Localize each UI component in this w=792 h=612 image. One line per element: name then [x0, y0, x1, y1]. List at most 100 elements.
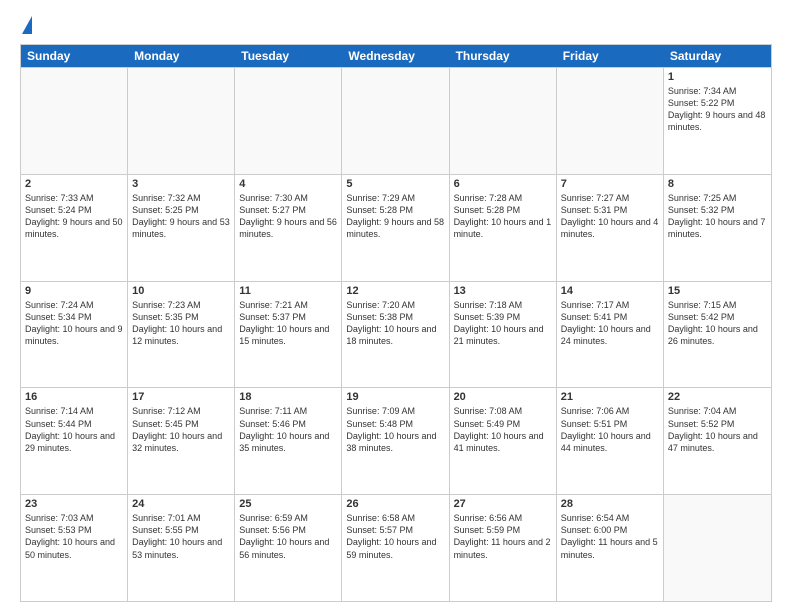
day-info: Sunrise: 6:59 AM Sunset: 5:56 PM Dayligh…: [239, 512, 337, 561]
day-number: 20: [454, 391, 552, 403]
week-row-2: 9Sunrise: 7:24 AM Sunset: 5:34 PM Daylig…: [21, 281, 771, 388]
day-cell: [342, 68, 449, 174]
day-number: 16: [25, 391, 123, 403]
day-cell: 15 Sunrise: 7:15 AM Sunset: 5:42 PM Dayli…: [664, 282, 771, 388]
day-number: 13: [454, 285, 552, 297]
day-info: Sunrise: 7:30 AM Sunset: 5:27 PM Dayligh…: [239, 192, 337, 241]
day-cell: 26Sunrise: 6:58 AM Sunset: 5:57 PM Dayli…: [342, 495, 449, 601]
day-cell: [235, 68, 342, 174]
day-cell: 27 Sunrise: 6:56 AM Sunset: 5:59 PM Dayli…: [450, 495, 557, 601]
day-number: 21: [561, 391, 659, 403]
day-cell: 4 Sunrise: 7:30 AM Sunset: 5:27 PM Daylig…: [235, 175, 342, 281]
day-number: 10: [132, 285, 230, 297]
day-info: Sunrise: 7:12 AM Sunset: 5:45 PM Dayligh…: [132, 405, 230, 454]
day-number: 17: [132, 391, 230, 403]
day-number: 7: [561, 178, 659, 190]
day-cell: [557, 68, 664, 174]
week-row-3: 16 Sunrise: 7:14 AM Sunset: 5:44 PM Dayli…: [21, 387, 771, 494]
day-info: Sunrise: 7:18 AM Sunset: 5:39 PM Dayligh…: [454, 299, 552, 348]
day-number: 14: [561, 285, 659, 297]
day-info: Sunrise: 7:25 AM Sunset: 5:32 PM Dayligh…: [668, 192, 767, 241]
day-cell: 12Sunrise: 7:20 AM Sunset: 5:38 PM Dayli…: [342, 282, 449, 388]
day-number: 4: [239, 178, 337, 190]
day-number: 5: [346, 178, 444, 190]
week-row-4: 23 Sunrise: 7:03 AM Sunset: 5:53 PM Dayli…: [21, 494, 771, 601]
day-cell: 9Sunrise: 7:24 AM Sunset: 5:34 PM Daylig…: [21, 282, 128, 388]
day-cell: [21, 68, 128, 174]
day-info: Sunrise: 7:29 AM Sunset: 5:28 PM Dayligh…: [346, 192, 444, 241]
day-cell: 6 Sunrise: 7:28 AM Sunset: 5:28 PM Daylig…: [450, 175, 557, 281]
day-number: 15: [668, 285, 767, 297]
day-info: Sunrise: 7:33 AM Sunset: 5:24 PM Dayligh…: [25, 192, 123, 241]
day-number: 28: [561, 498, 659, 510]
day-info: Sunrise: 7:03 AM Sunset: 5:53 PM Dayligh…: [25, 512, 123, 561]
day-number: 25: [239, 498, 337, 510]
day-cell: 17 Sunrise: 7:12 AM Sunset: 5:45 PM Dayli…: [128, 388, 235, 494]
weekday-header-sunday: Sunday: [21, 45, 128, 67]
day-cell: 18 Sunrise: 7:11 AM Sunset: 5:46 PM Dayli…: [235, 388, 342, 494]
day-cell: [450, 68, 557, 174]
day-info: Sunrise: 7:28 AM Sunset: 5:28 PM Dayligh…: [454, 192, 552, 241]
day-cell: 13 Sunrise: 7:18 AM Sunset: 5:39 PM Dayli…: [450, 282, 557, 388]
day-cell: 22Sunrise: 7:04 AM Sunset: 5:52 PM Dayli…: [664, 388, 771, 494]
day-cell: 23 Sunrise: 7:03 AM Sunset: 5:53 PM Dayli…: [21, 495, 128, 601]
day-number: 1: [668, 71, 767, 83]
header: [20, 16, 772, 36]
day-info: Sunrise: 7:17 AM Sunset: 5:41 PM Dayligh…: [561, 299, 659, 348]
day-info: Sunrise: 7:15 AM Sunset: 5:42 PM Dayligh…: [668, 299, 767, 348]
day-info: Sunrise: 7:23 AM Sunset: 5:35 PM Dayligh…: [132, 299, 230, 348]
day-cell: 11 Sunrise: 7:21 AM Sunset: 5:37 PM Dayli…: [235, 282, 342, 388]
logo: [20, 16, 32, 36]
page: SundayMondayTuesdayWednesdayThursdayFrid…: [0, 0, 792, 612]
calendar-body: 1 Sunrise: 7:34 AM Sunset: 5:22 PM Daylig…: [21, 67, 771, 601]
weekday-header-friday: Friday: [557, 45, 664, 67]
day-info: Sunrise: 6:54 AM Sunset: 6:00 PM Dayligh…: [561, 512, 659, 561]
day-info: Sunrise: 6:58 AM Sunset: 5:57 PM Dayligh…: [346, 512, 444, 561]
day-number: 18: [239, 391, 337, 403]
weekday-header-monday: Monday: [128, 45, 235, 67]
day-info: Sunrise: 7:11 AM Sunset: 5:46 PM Dayligh…: [239, 405, 337, 454]
day-cell: 16 Sunrise: 7:14 AM Sunset: 5:44 PM Dayli…: [21, 388, 128, 494]
day-info: Sunrise: 7:21 AM Sunset: 5:37 PM Dayligh…: [239, 299, 337, 348]
week-row-1: 2 Sunrise: 7:33 AM Sunset: 5:24 PM Daylig…: [21, 174, 771, 281]
day-cell: [664, 495, 771, 601]
day-info: Sunrise: 7:20 AM Sunset: 5:38 PM Dayligh…: [346, 299, 444, 348]
weekday-header-saturday: Saturday: [664, 45, 771, 67]
logo-triangle-icon: [22, 16, 32, 34]
day-cell: 10 Sunrise: 7:23 AM Sunset: 5:35 PM Dayli…: [128, 282, 235, 388]
day-cell: 21 Sunrise: 7:06 AM Sunset: 5:51 PM Dayli…: [557, 388, 664, 494]
day-number: 19: [346, 391, 444, 403]
day-cell: 20 Sunrise: 7:08 AM Sunset: 5:49 PM Dayli…: [450, 388, 557, 494]
day-number: 24: [132, 498, 230, 510]
day-info: Sunrise: 7:32 AM Sunset: 5:25 PM Dayligh…: [132, 192, 230, 241]
day-number: 27: [454, 498, 552, 510]
day-info: Sunrise: 7:04 AM Sunset: 5:52 PM Dayligh…: [668, 405, 767, 454]
weekday-header-thursday: Thursday: [450, 45, 557, 67]
day-info: Sunrise: 7:01 AM Sunset: 5:55 PM Dayligh…: [132, 512, 230, 561]
day-cell: 7 Sunrise: 7:27 AM Sunset: 5:31 PM Daylig…: [557, 175, 664, 281]
day-number: 2: [25, 178, 123, 190]
day-info: Sunrise: 6:56 AM Sunset: 5:59 PM Dayligh…: [454, 512, 552, 561]
day-cell: 2 Sunrise: 7:33 AM Sunset: 5:24 PM Daylig…: [21, 175, 128, 281]
week-row-0: 1 Sunrise: 7:34 AM Sunset: 5:22 PM Daylig…: [21, 67, 771, 174]
weekday-header-tuesday: Tuesday: [235, 45, 342, 67]
weekday-header-wednesday: Wednesday: [342, 45, 449, 67]
day-info: Sunrise: 7:14 AM Sunset: 5:44 PM Dayligh…: [25, 405, 123, 454]
day-cell: 19Sunrise: 7:09 AM Sunset: 5:48 PM Dayli…: [342, 388, 449, 494]
day-cell: 28 Sunrise: 6:54 AM Sunset: 6:00 PM Dayli…: [557, 495, 664, 601]
day-number: 9: [25, 285, 123, 297]
day-cell: 25 Sunrise: 6:59 AM Sunset: 5:56 PM Dayli…: [235, 495, 342, 601]
day-cell: 8Sunrise: 7:25 AM Sunset: 5:32 PM Daylig…: [664, 175, 771, 281]
calendar-header: SundayMondayTuesdayWednesdayThursdayFrid…: [21, 45, 771, 67]
calendar: SundayMondayTuesdayWednesdayThursdayFrid…: [20, 44, 772, 602]
day-info: Sunrise: 7:08 AM Sunset: 5:49 PM Dayligh…: [454, 405, 552, 454]
day-number: 23: [25, 498, 123, 510]
day-info: Sunrise: 7:06 AM Sunset: 5:51 PM Dayligh…: [561, 405, 659, 454]
day-number: 11: [239, 285, 337, 297]
day-info: Sunrise: 7:27 AM Sunset: 5:31 PM Dayligh…: [561, 192, 659, 241]
day-cell: 3 Sunrise: 7:32 AM Sunset: 5:25 PM Daylig…: [128, 175, 235, 281]
day-cell: 1 Sunrise: 7:34 AM Sunset: 5:22 PM Daylig…: [664, 68, 771, 174]
day-number: 3: [132, 178, 230, 190]
day-number: 6: [454, 178, 552, 190]
day-info: Sunrise: 7:34 AM Sunset: 5:22 PM Dayligh…: [668, 85, 767, 134]
